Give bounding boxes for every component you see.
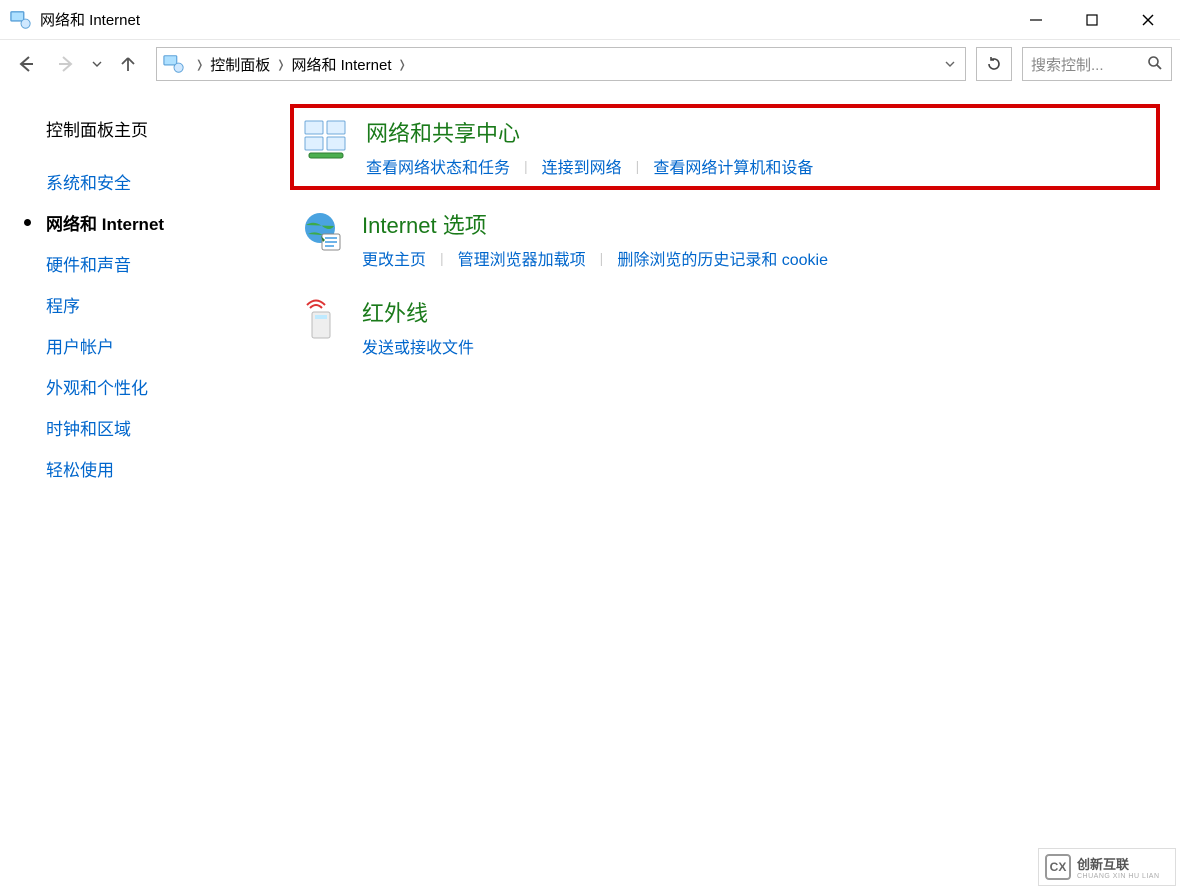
sidebar-item-hardware-sound[interactable]: 硬件和声音 xyxy=(46,251,290,276)
sidebar-home[interactable]: 控制面板主页 xyxy=(46,116,290,141)
section-infrared: 红外线 发送或接收文件 xyxy=(290,288,1160,366)
link-view-devices[interactable]: 查看网络计算机和设备 xyxy=(653,154,813,178)
main-pane: 网络和共享中心 查看网络状态和任务 | 连接到网络 | 查看网络计算机和设备 xyxy=(290,88,1180,890)
close-button[interactable] xyxy=(1120,0,1176,40)
section-network-sharing: 网络和共享中心 查看网络状态和任务 | 连接到网络 | 查看网络计算机和设备 xyxy=(290,104,1160,190)
section-internet-options: Internet 选项 更改主页 | 管理浏览器加载项 | 删除浏览的历史记录和… xyxy=(290,200,1160,278)
watermark-sub: CHUANG XIN HU LIAN xyxy=(1077,873,1160,880)
sidebar-item-clock-region[interactable]: 时钟和区域 xyxy=(46,415,290,440)
up-button[interactable] xyxy=(110,46,146,82)
forward-button[interactable] xyxy=(48,46,84,82)
internet-options-icon xyxy=(294,208,350,256)
maximize-button[interactable] xyxy=(1064,0,1120,40)
section-heading[interactable]: 网络和共享中心 xyxy=(366,116,1152,148)
breadcrumb-sep-icon: ❭ xyxy=(276,58,285,71)
link-view-status[interactable]: 查看网络状态和任务 xyxy=(366,154,510,178)
title-bar: 网络和 Internet xyxy=(0,0,1180,40)
link-delete-history[interactable]: 删除浏览的历史记录和 cookie xyxy=(617,246,828,270)
window-controls xyxy=(1008,0,1176,40)
section-heading[interactable]: 红外线 xyxy=(362,296,1156,328)
link-manage-addons[interactable]: 管理浏览器加载项 xyxy=(458,246,586,270)
breadcrumb-current[interactable]: 网络和 Internet xyxy=(291,54,391,75)
breadcrumb-root[interactable]: 控制面板 xyxy=(210,54,270,75)
sidebar-item-programs[interactable]: 程序 xyxy=(46,292,290,317)
window-title: 网络和 Internet xyxy=(40,9,140,30)
link-connect-network[interactable]: 连接到网络 xyxy=(542,154,622,178)
app-icon xyxy=(10,9,32,31)
minimize-button[interactable] xyxy=(1008,0,1064,40)
address-bar[interactable]: ❭ 控制面板 ❭ 网络和 Internet ❭ xyxy=(156,47,966,81)
sidebar: 控制面板主页 系统和安全 网络和 Internet 硬件和声音 程序 用户帐户 … xyxy=(0,88,290,890)
breadcrumb-sep-icon: ❭ xyxy=(398,58,407,71)
search-icon xyxy=(1147,55,1163,74)
link-send-receive-files[interactable]: 发送或接收文件 xyxy=(362,334,474,358)
history-dropdown[interactable] xyxy=(88,59,106,69)
refresh-button[interactable] xyxy=(976,47,1012,81)
breadcrumb-sep-icon: ❭ xyxy=(195,58,204,71)
section-heading[interactable]: Internet 选项 xyxy=(362,208,1156,240)
sidebar-item-network-internet[interactable]: 网络和 Internet xyxy=(46,210,290,235)
infrared-icon xyxy=(294,296,350,344)
watermark-brand: 创新互联 xyxy=(1077,854,1160,873)
nav-bar: ❭ 控制面板 ❭ 网络和 Internet ❭ 搜索控制... xyxy=(0,40,1180,88)
sidebar-item-ease-access[interactable]: 轻松使用 xyxy=(46,456,290,481)
address-dropdown-icon[interactable] xyxy=(941,59,959,69)
search-box[interactable]: 搜索控制... xyxy=(1022,47,1172,81)
sidebar-item-user-accounts[interactable]: 用户帐户 xyxy=(46,333,290,358)
search-placeholder: 搜索控制... xyxy=(1031,54,1147,75)
control-panel-icon xyxy=(163,53,185,75)
watermark: CX 创新互联 CHUANG XIN HU LIAN xyxy=(1038,848,1176,886)
sidebar-item-appearance[interactable]: 外观和个性化 xyxy=(46,374,290,399)
back-button[interactable] xyxy=(8,46,44,82)
sidebar-item-system-security[interactable]: 系统和安全 xyxy=(46,169,290,194)
content-body: 控制面板主页 系统和安全 网络和 Internet 硬件和声音 程序 用户帐户 … xyxy=(0,88,1180,890)
watermark-logo: CX xyxy=(1045,854,1071,880)
link-change-homepage[interactable]: 更改主页 xyxy=(362,246,426,270)
network-sharing-icon xyxy=(298,116,354,164)
